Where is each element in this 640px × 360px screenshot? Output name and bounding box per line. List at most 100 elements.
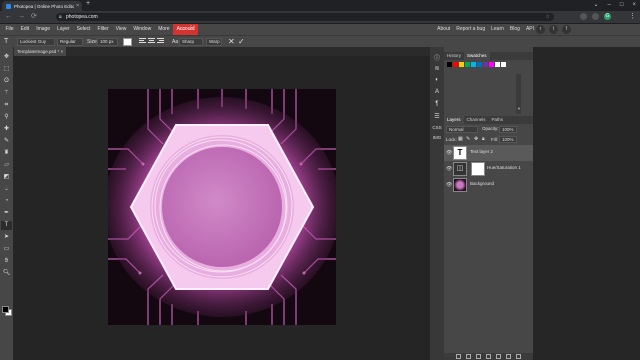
hand-tool-icon[interactable]: ✋︎ xyxy=(1,257,12,266)
foreground-color-swatch[interactable] xyxy=(2,306,9,313)
link-api[interactable]: API xyxy=(526,24,534,35)
link-layers-icon[interactable] xyxy=(456,354,461,359)
extension-icon[interactable] xyxy=(580,13,587,20)
move-tool-icon[interactable]: ✥ xyxy=(1,53,12,62)
menu-view[interactable]: View xyxy=(112,24,130,35)
eraser-tool-icon[interactable]: ▱ xyxy=(1,161,12,170)
brush-settings-icon[interactable]: ≋ xyxy=(431,65,443,72)
menu-more[interactable]: More xyxy=(155,24,173,35)
tab-history[interactable]: History xyxy=(444,52,464,60)
layer-effects-icon[interactable] xyxy=(466,354,471,359)
tab-paths[interactable]: Paths xyxy=(489,116,507,124)
crop-tool-icon[interactable]: ⌗ xyxy=(1,101,12,110)
facebook-icon[interactable]: f xyxy=(562,25,571,34)
font-family-select[interactable]: Luckiest Guy xyxy=(17,38,55,46)
path-select-tool-icon[interactable]: ➤ xyxy=(1,233,12,242)
reload-icon[interactable]: ⟳ xyxy=(31,11,37,23)
healing-tool-icon[interactable]: ✚ xyxy=(1,125,12,134)
menu-file[interactable]: File xyxy=(2,24,17,35)
minimize-button[interactable]: – xyxy=(608,0,611,10)
visibility-eye-icon[interactable]: 👁︎ xyxy=(446,182,452,188)
adjustments-icon[interactable]: ◐ xyxy=(431,77,443,83)
menu-window[interactable]: Window xyxy=(130,24,155,35)
character-icon[interactable]: A xyxy=(431,89,443,95)
layer-row-hue-saturation[interactable]: 👁︎ ◫ Hue/Saturation 1 xyxy=(444,161,533,177)
gradient-tool-icon[interactable]: ◩ xyxy=(1,173,12,182)
maximize-button[interactable]: □ xyxy=(620,0,624,10)
menu-layer[interactable]: Layer xyxy=(54,24,74,35)
new-layer-icon[interactable] xyxy=(506,354,511,359)
search-icon[interactable]: ⌕ xyxy=(182,24,185,35)
link-report-bug[interactable]: Report a bug xyxy=(456,24,485,35)
visibility-eye-icon[interactable]: 👁︎ xyxy=(446,166,452,172)
reddit-icon[interactable]: r xyxy=(536,25,545,34)
warp-button[interactable]: Warp xyxy=(206,38,222,46)
tab-search-icon[interactable]: ⌄ xyxy=(593,0,598,10)
menu-image[interactable]: Image xyxy=(33,24,54,35)
lasso-tool-icon[interactable]: ʘ xyxy=(1,77,12,86)
color-swatch[interactable] xyxy=(471,62,476,67)
text-color-swatch[interactable] xyxy=(123,38,132,46)
magic-wand-tool-icon[interactable]: ⚚ xyxy=(1,89,12,98)
document-tab[interactable]: TemplateImage.psd * × xyxy=(14,47,67,56)
visibility-eye-icon[interactable]: 👁︎ xyxy=(446,150,452,156)
marquee-tool-icon[interactable]: ⬚ xyxy=(1,65,12,74)
zoom-tool-icon[interactable]: 🔍︎ xyxy=(1,269,12,278)
opacity-input[interactable]: 100% xyxy=(499,126,517,133)
browser-menu-icon[interactable]: ⋮ xyxy=(629,11,636,23)
align-right-icon[interactable] xyxy=(157,38,164,45)
link-about[interactable]: About xyxy=(437,24,450,35)
menu-select[interactable]: Select xyxy=(73,24,94,35)
eyedropper-tool-icon[interactable]: ⚲ xyxy=(1,113,12,122)
color-swatch[interactable] xyxy=(489,62,494,67)
link-learn[interactable]: Learn xyxy=(491,24,504,35)
back-arrow-icon[interactable]: ← xyxy=(5,11,12,23)
layer-mask-thumbnail[interactable] xyxy=(471,162,485,176)
color-swatch[interactable] xyxy=(453,62,458,67)
color-picker-swatches[interactable] xyxy=(2,306,12,316)
info-icon[interactable]: ⓘ xyxy=(431,53,443,62)
color-swatch[interactable] xyxy=(495,62,500,67)
menu-filter[interactable]: Filter xyxy=(94,24,112,35)
color-swatch[interactable] xyxy=(465,62,470,67)
pen-tool-icon[interactable]: ✒ xyxy=(1,209,12,218)
blur-tool-icon[interactable]: 💧︎ xyxy=(1,185,12,194)
align-center-icon[interactable] xyxy=(148,38,155,45)
lock-transparency-icon[interactable]: ▦ xyxy=(458,136,463,142)
align-left-icon[interactable] xyxy=(139,38,146,45)
scroll-down-icon[interactable]: ▼ xyxy=(517,106,521,111)
paragraph-icon[interactable]: ¶ xyxy=(431,101,443,107)
color-swatch[interactable] xyxy=(477,62,482,67)
panel-scrollbar[interactable]: ▼ xyxy=(516,74,521,114)
font-size-input[interactable]: 100 px xyxy=(97,38,118,46)
css-button[interactable]: CSS xyxy=(431,125,443,130)
link-blog[interactable]: Blog xyxy=(510,24,520,35)
tab-channels[interactable]: Channels xyxy=(464,116,489,124)
shape-tool-icon[interactable]: ▭ xyxy=(1,245,12,254)
profile-avatar-icon[interactable]: G xyxy=(604,13,611,20)
font-style-select[interactable]: Regular xyxy=(57,38,83,46)
close-document-icon[interactable]: × xyxy=(61,49,64,54)
color-swatch[interactable] xyxy=(501,62,506,67)
tab-swatches[interactable]: Swatches xyxy=(464,52,490,60)
color-swatch[interactable] xyxy=(447,62,452,67)
lock-position-icon[interactable]: ✥ xyxy=(474,136,478,142)
antialias-select[interactable]: Sharp xyxy=(179,38,203,46)
mask-icon[interactable] xyxy=(486,354,491,359)
forward-arrow-icon[interactable]: → xyxy=(18,11,25,23)
fullscreen-icon[interactable]: ⛶ xyxy=(190,24,194,35)
delete-layer-icon[interactable] xyxy=(516,354,521,359)
color-swatch[interactable] xyxy=(483,62,488,67)
fill-input[interactable]: 100% xyxy=(499,136,517,143)
dodge-tool-icon[interactable]: ◔ xyxy=(1,197,12,206)
menu-edit[interactable]: Edit xyxy=(17,24,33,35)
close-tab-icon[interactable]: × xyxy=(76,3,82,9)
tab-layers[interactable]: Layers xyxy=(444,116,464,124)
layer-row-background[interactable]: 👁︎ Background xyxy=(444,177,533,193)
close-window-button[interactable]: × xyxy=(632,0,636,10)
blend-mode-select[interactable]: Normal xyxy=(446,126,478,133)
adjustment-layer-button-icon[interactable] xyxy=(476,354,481,359)
lock-all-icon[interactable]: 🔒︎ xyxy=(482,136,485,142)
type-tool-icon[interactable]: T xyxy=(1,221,12,230)
document-canvas[interactable] xyxy=(108,89,336,325)
